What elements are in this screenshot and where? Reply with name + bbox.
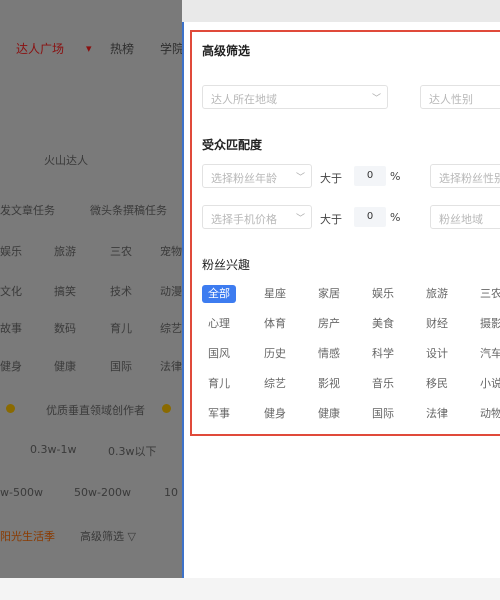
bg-text: 旅游 xyxy=(54,245,76,258)
bg-text: 宠物 xyxy=(160,245,182,258)
page-bottom-strip xyxy=(0,578,500,600)
bg-text: 故事 xyxy=(0,322,22,335)
bg-text: 娱乐 xyxy=(0,245,22,258)
bg-text: 健身 xyxy=(0,360,22,373)
bg-text: 数码 xyxy=(54,322,76,335)
bg-text[interactable]: 0.3w以下 xyxy=(108,443,157,459)
bg-text: 搞笑 xyxy=(54,285,76,298)
bg-text[interactable]: w-500w xyxy=(0,486,43,499)
advanced-filter-toggle[interactable]: 高级筛选 ▽ xyxy=(80,528,136,544)
nav-daren-square[interactable]: 达人广场 xyxy=(16,40,64,57)
bg-text: 优质垂直领域创作者 xyxy=(46,404,145,417)
bg-text: 三农 xyxy=(110,245,132,258)
bg-text: 发文章任务 xyxy=(0,204,55,217)
badge-icon xyxy=(162,404,171,413)
bg-text: 健康 xyxy=(54,360,76,373)
bg-text: 动漫 xyxy=(160,285,182,298)
bg-text[interactable]: 0.3w-1w xyxy=(30,443,76,456)
badge-icon xyxy=(6,404,15,413)
nav-dropdown-icon[interactable]: ▾ xyxy=(86,42,92,55)
bg-text: 技术 xyxy=(110,285,132,298)
bg-text[interactable]: 10 xyxy=(164,486,178,499)
bg-text[interactable]: 50w-200w xyxy=(74,486,131,499)
bg-text: 文化 xyxy=(0,285,22,298)
bg-text: 法律 xyxy=(160,360,182,373)
bg-text: 火山达人 xyxy=(44,154,88,167)
bg-text: 国际 xyxy=(110,360,132,373)
bg-text[interactable]: 阳光生活季 xyxy=(0,528,55,544)
background-page-overlay: 达人广场 ▾ 热榜 学院 火山达人 发文章任务 微头条撰稿任务 娱乐 旅游 三农… xyxy=(0,0,182,578)
highlight-box xyxy=(190,30,500,436)
panel-top-gap xyxy=(182,0,500,22)
nav-hot-list[interactable]: 热榜 xyxy=(110,40,134,57)
nav-academy[interactable]: 学院 xyxy=(160,40,182,57)
bg-text: 育儿 xyxy=(110,322,132,335)
bg-text: 微头条撰稿任务 xyxy=(90,204,167,217)
bg-text: 综艺 xyxy=(160,322,182,335)
